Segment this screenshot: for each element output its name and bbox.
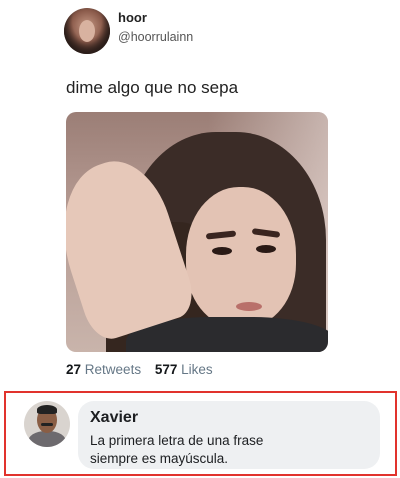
tweet-photo[interactable] — [66, 112, 328, 352]
tweet-text: dime algo que no sepa — [66, 78, 239, 97]
reply-highlight-box: Xavier La primera letra de una frase sie… — [4, 391, 397, 476]
retweets-count[interactable]: 27 — [66, 362, 81, 377]
likes-count[interactable]: 577 — [155, 362, 178, 377]
retweets-label[interactable]: Retweets — [85, 362, 141, 377]
reply-author-name[interactable]: Xavier — [90, 409, 138, 427]
reply-text-line-2: siempre es mayúscula. — [90, 451, 229, 466]
tweet-stats: 27 Retweets 577 Likes — [66, 362, 213, 377]
author-name[interactable]: hoor — [118, 10, 147, 25]
author-handle[interactable]: @hoorrulainn — [118, 30, 193, 44]
author-avatar[interactable] — [64, 8, 110, 54]
reply-comment-bubble: Xavier La primera letra de una frase sie… — [78, 401, 380, 469]
reply-avatar[interactable] — [24, 401, 70, 447]
likes-label[interactable]: Likes — [181, 362, 213, 377]
reply-text-line-1: La primera letra de una frase — [90, 433, 264, 448]
